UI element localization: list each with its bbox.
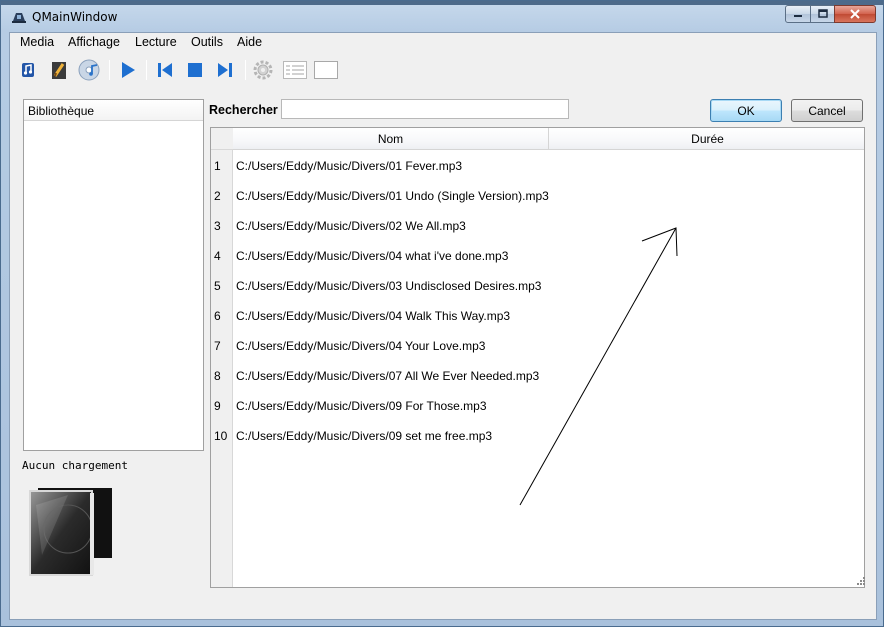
toolbar-separator — [146, 60, 147, 80]
play-icon — [122, 62, 135, 78]
library-header[interactable]: Bibliothèque — [24, 100, 203, 121]
title-bar[interactable]: QMainWindow — [1, 1, 884, 33]
track-name-cell[interactable]: C:/Users/Eddy/Music/Divers/04 what i've … — [236, 241, 508, 271]
table-corner[interactable] — [211, 128, 233, 150]
row-number[interactable]: 7 — [211, 331, 233, 361]
close-button[interactable] — [834, 5, 876, 23]
menu-affichage[interactable]: Affichage — [68, 35, 120, 49]
next-icon — [218, 63, 232, 77]
list-view-icon — [283, 61, 307, 79]
toolbar-blank-view-button[interactable] — [313, 58, 339, 82]
menu-aide[interactable]: Aide — [237, 35, 262, 49]
resize-grip-icon[interactable] — [856, 576, 866, 586]
toolbar-library-button[interactable] — [77, 58, 101, 82]
track-name-cell[interactable]: C:/Users/Eddy/Music/Divers/01 Fever.mp3 — [236, 151, 462, 181]
toolbar-open-file-button[interactable] — [16, 58, 40, 82]
stop-icon — [188, 63, 202, 77]
app-icon — [12, 13, 26, 23]
table-row[interactable]: 9 C:/Users/Eddy/Music/Divers/09 For Those… — [211, 391, 864, 421]
ok-button[interactable]: OK — [710, 99, 782, 122]
track-name-cell[interactable]: C:/Users/Eddy/Music/Divers/03 Undisclose… — [236, 271, 541, 301]
toolbar-edit-tags-button[interactable] — [47, 58, 71, 82]
track-name-cell[interactable]: C:/Users/Eddy/Music/Divers/04 Walk This … — [236, 301, 510, 331]
client-area: Media Affichage Lecture Outils Aide Bibl… — [9, 32, 877, 620]
toolbar-next-button[interactable] — [213, 58, 237, 82]
settings-gear-icon — [253, 60, 273, 80]
window-title: QMainWindow — [32, 10, 118, 24]
pen-note-icon — [52, 62, 66, 79]
row-number[interactable]: 6 — [211, 301, 233, 331]
toolbar-previous-button[interactable] — [153, 58, 177, 82]
close-icon — [850, 9, 860, 19]
table-row[interactable]: 5 C:/Users/Eddy/Music/Divers/03 Undisclos… — [211, 271, 864, 301]
toolbar-stop-button[interactable] — [183, 58, 207, 82]
toolbar-settings-button[interactable] — [251, 58, 275, 82]
search-input[interactable] — [281, 99, 569, 119]
table-row[interactable]: 2 C:/Users/Eddy/Music/Divers/01 Undo (Sin… — [211, 181, 864, 211]
search-label: Rechercher — [209, 103, 278, 117]
menu-lecture[interactable]: Lecture — [135, 35, 177, 49]
loading-status: Aucun chargement — [22, 459, 128, 472]
menu-media[interactable]: Media — [20, 35, 54, 49]
table-row[interactable]: 10 C:/Users/Eddy/Music/Divers/09 set me f… — [211, 421, 864, 451]
blank-view-icon — [314, 61, 338, 79]
minimize-icon — [794, 15, 802, 17]
toolbar-separator — [109, 60, 110, 80]
track-name-cell[interactable]: C:/Users/Eddy/Music/Divers/09 set me fre… — [236, 421, 492, 451]
table-row[interactable]: 3 C:/Users/Eddy/Music/Divers/02 We All.mp… — [211, 211, 864, 241]
table-row[interactable]: 7 C:/Users/Eddy/Music/Divers/04 Your Love… — [211, 331, 864, 361]
maximize-button[interactable] — [810, 5, 835, 23]
toolbar — [10, 55, 876, 85]
menu-bar: Media Affichage Lecture Outils Aide — [10, 33, 876, 53]
track-name-cell[interactable]: C:/Users/Eddy/Music/Divers/07 All We Eve… — [236, 361, 539, 391]
previous-icon — [158, 63, 172, 77]
row-number[interactable]: 10 — [211, 421, 233, 451]
table-row[interactable]: 1 C:/Users/Eddy/Music/Divers/01 Fever.mp3 — [211, 151, 864, 181]
row-number[interactable]: 9 — [211, 391, 233, 421]
track-name-cell[interactable]: C:/Users/Eddy/Music/Divers/02 We All.mp3 — [236, 211, 466, 241]
row-number[interactable]: 5 — [211, 271, 233, 301]
disc-music-icon — [78, 59, 100, 81]
track-name-cell[interactable]: C:/Users/Eddy/Music/Divers/04 Your Love.… — [236, 331, 485, 361]
track-name-cell[interactable]: C:/Users/Eddy/Music/Divers/09 For Those.… — [236, 391, 487, 421]
music-note-icon — [22, 63, 34, 77]
title-bar-top-strip — [1, 1, 884, 5]
cancel-button[interactable]: Cancel — [791, 99, 863, 122]
playlist-table[interactable]: Nom Durée 1 C:/Users/Eddy/Music/Divers/01… — [210, 127, 865, 588]
table-row[interactable]: 8 C:/Users/Eddy/Music/Divers/07 All We Ev… — [211, 361, 864, 391]
row-number[interactable]: 2 — [211, 181, 233, 211]
toolbar-play-button[interactable] — [115, 58, 139, 82]
column-header-name[interactable]: Nom — [233, 128, 549, 150]
table-row[interactable]: 6 C:/Users/Eddy/Music/Divers/04 Walk This… — [211, 301, 864, 331]
table-row[interactable]: 4 C:/Users/Eddy/Music/Divers/04 what i've… — [211, 241, 864, 271]
row-number[interactable]: 8 — [211, 361, 233, 391]
row-number[interactable]: 1 — [211, 151, 233, 181]
maximize-icon — [817, 9, 828, 18]
row-number[interactable]: 3 — [211, 211, 233, 241]
menu-outils[interactable]: Outils — [191, 35, 223, 49]
window-frame: QMainWindow Media Affichage Lecture Outi… — [0, 0, 884, 627]
toolbar-list-view-button[interactable] — [282, 58, 308, 82]
library-panel[interactable]: Bibliothèque — [23, 99, 204, 451]
toolbar-separator — [245, 60, 246, 80]
minimize-button[interactable] — [785, 5, 811, 23]
track-name-cell[interactable]: C:/Users/Eddy/Music/Divers/01 Undo (Sing… — [236, 181, 549, 211]
row-number[interactable]: 4 — [211, 241, 233, 271]
column-header-duration[interactable]: Durée — [549, 128, 864, 150]
album-cover-placeholder — [29, 488, 112, 576]
